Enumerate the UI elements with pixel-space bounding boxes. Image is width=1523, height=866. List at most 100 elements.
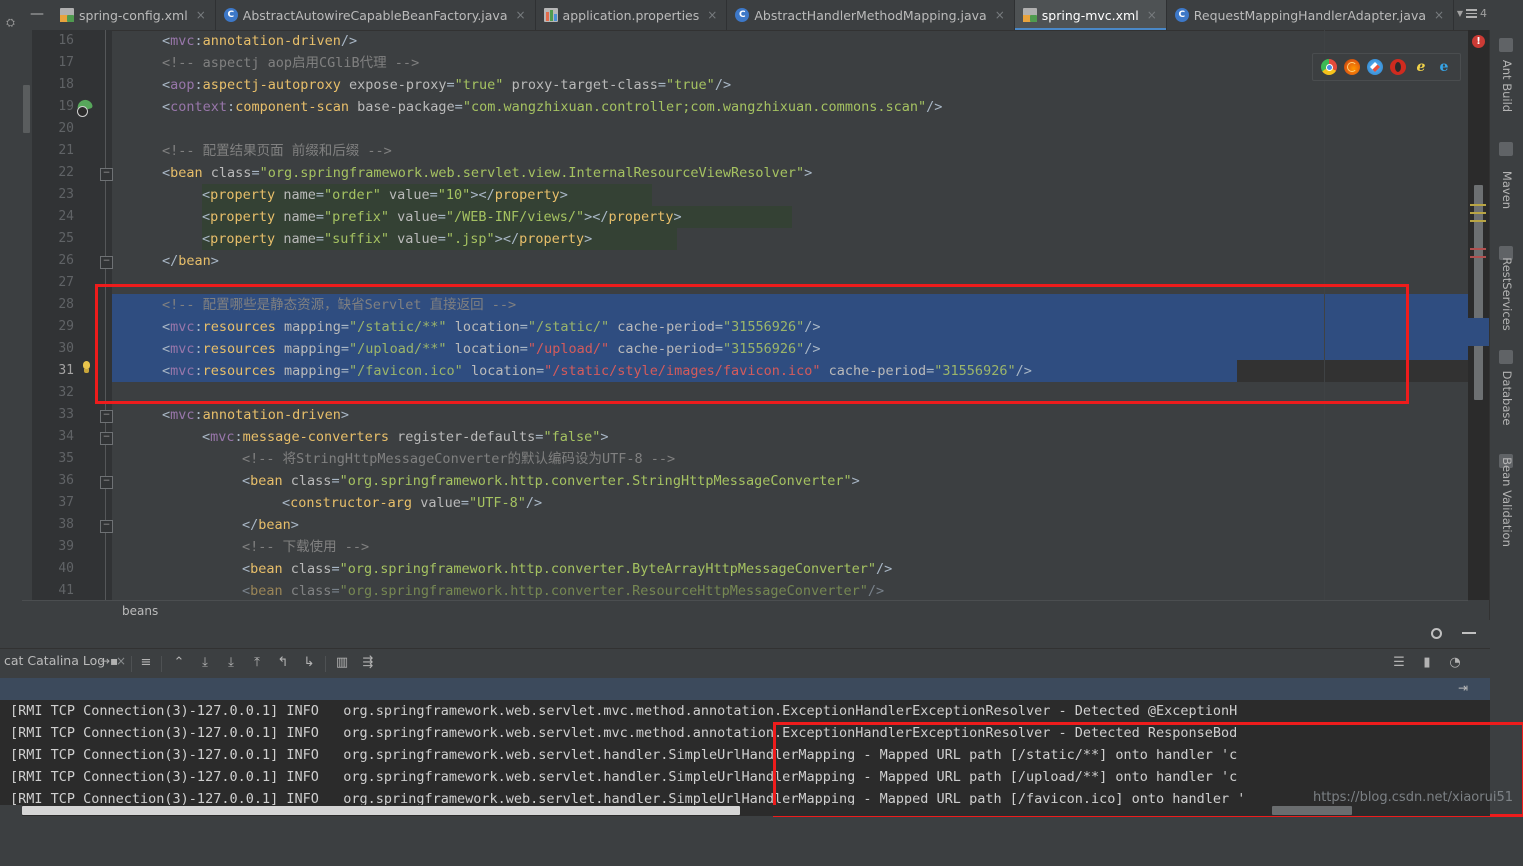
line-number-26[interactable]: 26	[58, 253, 74, 268]
tab-overflow-indicator[interactable]: ▼ 4	[1457, 7, 1487, 20]
spring-bean-gutter-icon[interactable]	[75, 98, 94, 117]
line-number-30[interactable]: 30	[58, 341, 74, 356]
close-tab-icon[interactable]: ×	[196, 8, 206, 22]
line-number-39[interactable]: 39	[58, 539, 74, 554]
line-number-36[interactable]: 36	[58, 473, 74, 488]
java-class-icon	[223, 8, 238, 22]
line-number-16[interactable]: 16	[58, 33, 74, 48]
menu-icon[interactable]: ≡	[137, 654, 155, 671]
line-number-20[interactable]: 20	[58, 121, 74, 136]
console-output[interactable]: ⇥ [RMI TCP Connection(3)-127.0.0.1] INFO…	[0, 678, 1490, 805]
editor-tab-requestmappinghandleradapter-java[interactable]: RequestMappingHandlerAdapter.java ×	[1166, 0, 1455, 30]
line-number-34[interactable]: 34	[58, 429, 74, 444]
xml-file-icon	[60, 8, 74, 22]
align-icon[interactable]: ☰	[1390, 654, 1408, 671]
editor-tab-application-properties[interactable]: application.properties ×	[535, 0, 728, 30]
line-number-24[interactable]: 24	[58, 209, 74, 224]
line-number-33[interactable]: 33	[58, 407, 74, 422]
next-occurrence-icon[interactable]: ↳	[300, 654, 318, 671]
console-log-line: [RMI TCP Connection(3)-127.0.0.1] INFO o…	[10, 703, 1238, 719]
console-tab-row: cat Catalina Log →▪ × ≡ ⌃ ⤓ ⤓ ⤒ ↰ ↳ ▥ ⇶ …	[0, 648, 1490, 679]
editor-tab-abstractautowirecapablebeanfactory-java[interactable]: AbstractAutowireCapableBeanFactory.java ×	[215, 0, 536, 30]
line-number-21[interactable]: 21	[58, 143, 74, 158]
line-number-19[interactable]: 19	[58, 99, 74, 114]
line-number-40[interactable]: 40	[58, 561, 74, 576]
editor-scrollbar-thumb[interactable]	[1474, 185, 1483, 400]
clear-all-icon[interactable]: ⇶	[359, 654, 377, 671]
watermark: https://blog.csdn.net/xiaorui51	[1312, 790, 1513, 805]
internet-explorer-icon[interactable]: e	[1413, 59, 1429, 75]
fold-column-line	[105, 30, 106, 600]
right-tool-maven[interactable]: Maven	[1490, 138, 1523, 242]
close-tab-icon[interactable]: ×	[1434, 8, 1444, 22]
line-number-41[interactable]: 41	[58, 583, 74, 598]
safari-icon[interactable]	[1367, 59, 1383, 75]
editor-tab-spring-config-xml[interactable]: spring-config.xml ×	[52, 0, 216, 30]
edge-icon[interactable]: e	[1436, 59, 1452, 75]
tab-label: RequestMappingHandlerAdapter.java	[1193, 7, 1426, 23]
editor-gutter[interactable]: 16 17 18 19 20 21 22 23 24 25 26 27 28 29 30 31 32 33 34 35…	[32, 30, 112, 600]
editor-tabs: spring-config.xml×AbstractAutowireCapabl…	[52, 0, 1455, 30]
console-scroll-end-icon[interactable]: ⇥	[1458, 681, 1468, 695]
scroll-down-icon[interactable]: ⤓	[196, 654, 214, 671]
line-number-29[interactable]: 29	[58, 319, 74, 334]
line-number-31[interactable]: 31	[58, 363, 74, 378]
intention-bulb-icon[interactable]	[79, 361, 94, 376]
line-number-22[interactable]: 22	[58, 165, 74, 180]
gauge-icon[interactable]: ◔	[1446, 654, 1464, 671]
breadcrumb-item-beans[interactable]: beans	[122, 604, 158, 618]
close-tab-icon[interactable]: ×	[995, 8, 1005, 22]
soft-wrap-icon[interactable]: ⤓	[222, 654, 240, 671]
close-tab-icon[interactable]: ×	[707, 8, 717, 22]
right-tool-bean-validation[interactable]: Bean Validation	[1490, 450, 1523, 554]
line-number-35[interactable]: 35	[58, 451, 74, 466]
marker-thumb[interactable]	[23, 85, 30, 133]
line-number-32[interactable]: 32	[58, 385, 74, 400]
error-stripe[interactable]: !	[1468, 30, 1490, 600]
run-console-panel: cat Catalina Log →▪ × ≡ ⌃ ⤓ ⤓ ⤒ ↰ ↳ ▥ ⇶ …	[0, 620, 1490, 816]
line-number-23[interactable]: 23	[58, 187, 74, 202]
browser-preview-popup[interactable]: e e	[1312, 53, 1461, 81]
close-tab-icon[interactable]: ×	[116, 654, 126, 668]
chevron-down-icon: ▼	[1456, 9, 1463, 18]
line-number-37[interactable]: 37	[58, 495, 74, 510]
print-icon[interactable]: ▥	[333, 654, 351, 671]
editor-marker-column	[22, 30, 32, 600]
scrollbar-thumb-secondary[interactable]	[1272, 806, 1352, 815]
project-structure-icon[interactable]: ⛭	[4, 16, 17, 29]
console-horizontal-scrollbar[interactable]	[22, 805, 1490, 816]
scrollbar-thumb[interactable]	[22, 806, 740, 815]
line-number-27[interactable]: 27	[58, 275, 74, 290]
line-number-17[interactable]: 17	[58, 55, 74, 70]
error-count-badge[interactable]: !	[1472, 35, 1485, 48]
minimize-icon[interactable]	[1462, 632, 1476, 634]
right-tool-restservices[interactable]: RestServices	[1490, 242, 1523, 346]
opera-icon[interactable]	[1390, 59, 1406, 75]
console-tab-catalina-log[interactable]: cat Catalina Log	[4, 653, 105, 668]
console-log-line: [RMI TCP Connection(3)-127.0.0.1] INFO o…	[10, 769, 1238, 785]
right-tool-database[interactable]: Database	[1490, 346, 1523, 450]
chrome-icon[interactable]	[1321, 59, 1337, 75]
layout-icon[interactable]: ▮	[1418, 654, 1436, 671]
close-tab-icon[interactable]: ×	[515, 8, 525, 22]
firefox-icon[interactable]	[1344, 59, 1360, 75]
intellij-idea-window: ⛭ — spring-config.xml×AbstractAutowireCa…	[0, 0, 1523, 817]
breadcrumb[interactable]: beans	[22, 600, 1468, 621]
right-tool-label: RestServices	[1499, 257, 1514, 331]
gear-icon[interactable]	[1429, 626, 1444, 641]
scroll-to-top-icon[interactable]: ⌃	[170, 654, 188, 671]
line-number-38[interactable]: 38	[58, 517, 74, 532]
hide-tabs-button[interactable]: —	[30, 7, 44, 22]
scroll-up-icon[interactable]: ⤒	[248, 654, 266, 671]
line-number-25[interactable]: 25	[58, 231, 74, 246]
java-class-icon	[735, 8, 750, 22]
line-number-28[interactable]: 28	[58, 297, 74, 312]
editor-tab-abstracthandlermethodmapping-java[interactable]: AbstractHandlerMethodMapping.java ×	[727, 0, 1015, 30]
code-area[interactable]: <mvc:annotation-driven/> <!-- aspectj ao…	[112, 30, 1523, 600]
right-tool-ant-build[interactable]: Ant Build	[1490, 34, 1523, 138]
close-tab-icon[interactable]: ×	[1147, 8, 1157, 22]
xml-file-icon	[1022, 8, 1037, 22]
line-number-18[interactable]: 18	[58, 77, 74, 92]
previous-occurrence-icon[interactable]: ↰	[274, 654, 292, 671]
editor-tab-spring-mvc-xml[interactable]: spring-mvc.xml ×	[1014, 0, 1167, 30]
